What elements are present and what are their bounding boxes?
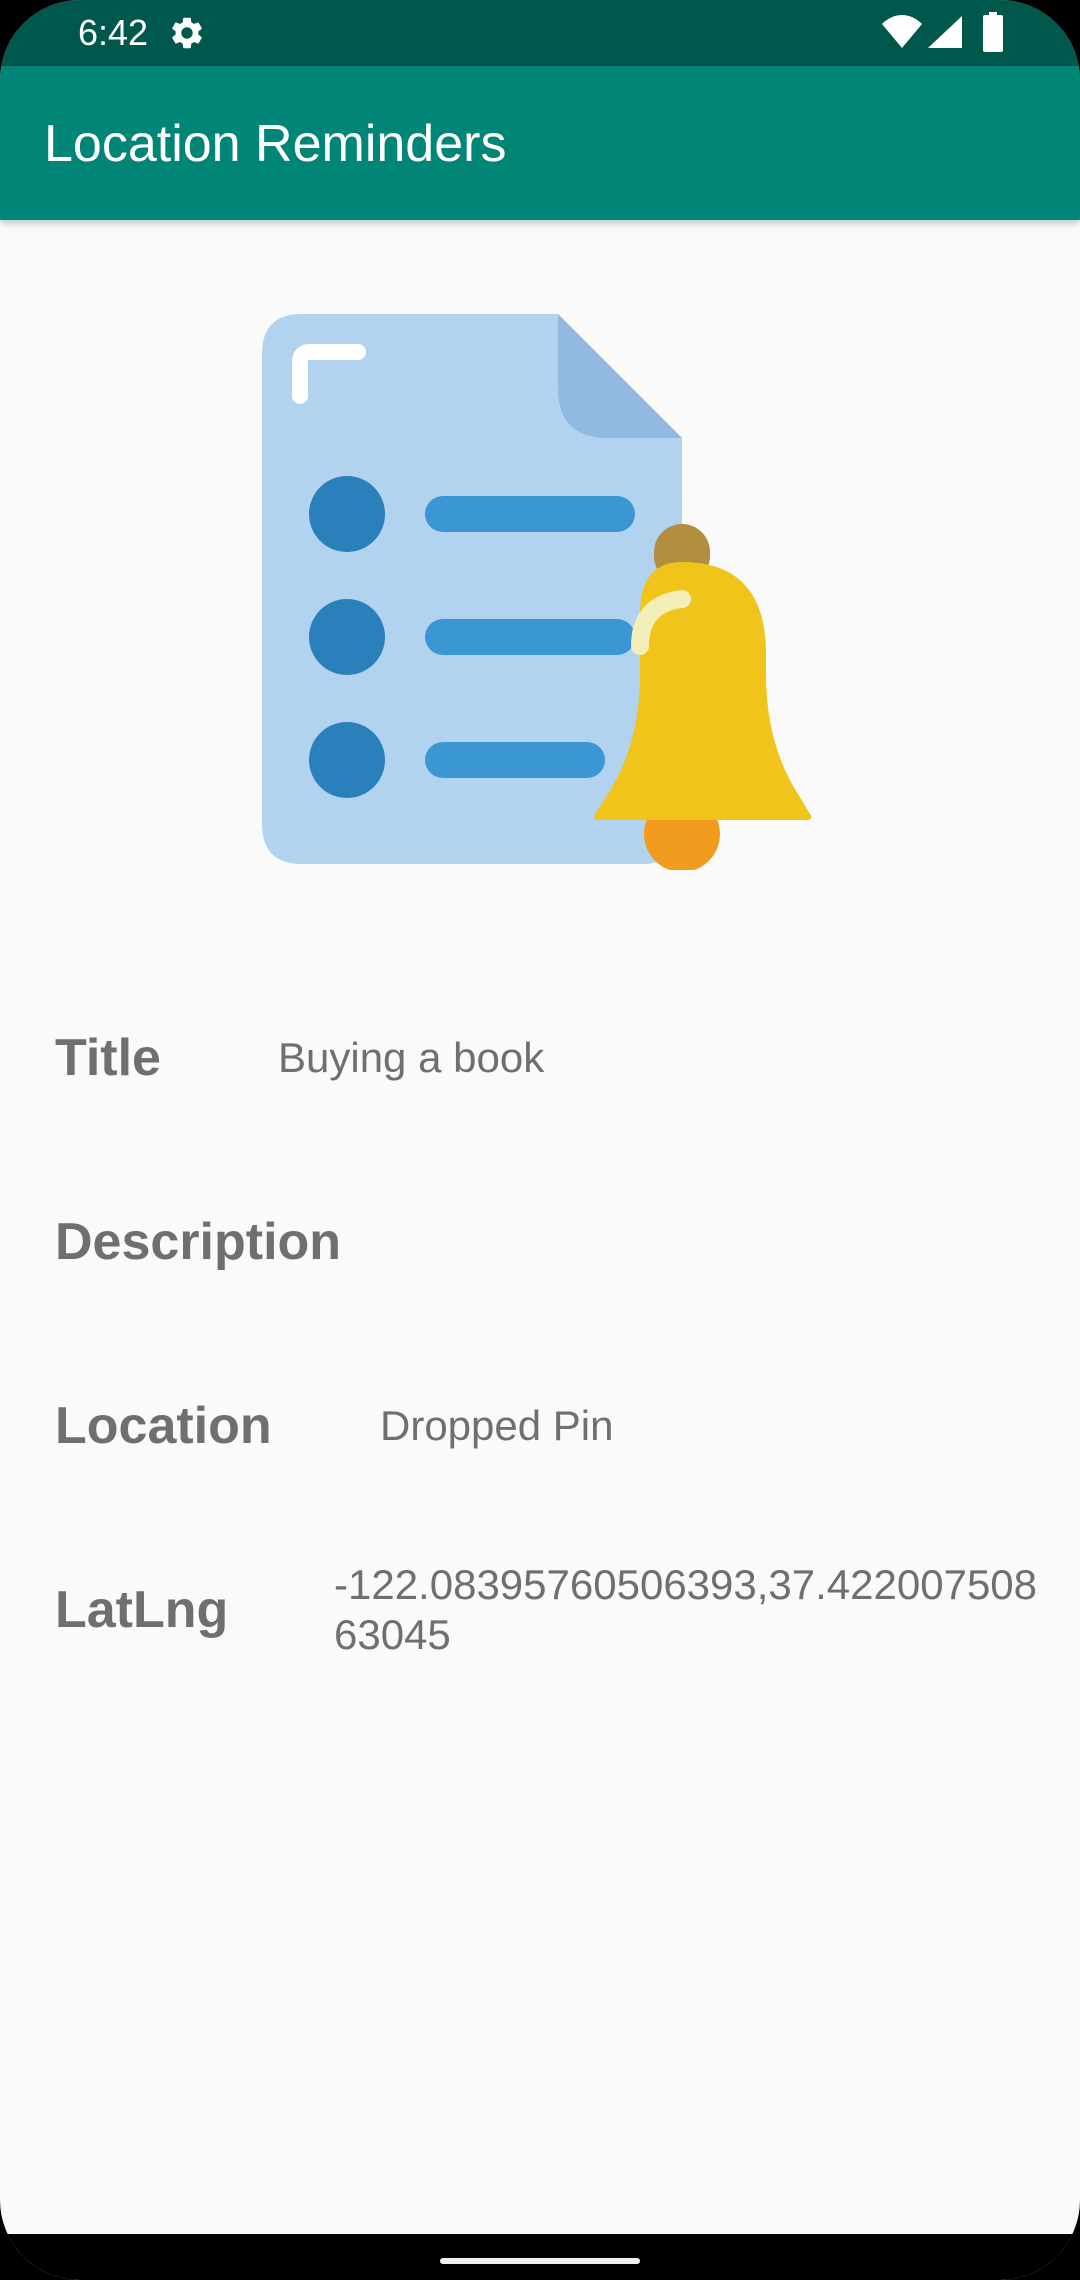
reminder-detail-screen: 6:42 Location Reminders Title Buying a b… — [0, 0, 1080, 2280]
title-label: Title — [55, 1029, 161, 1087]
wifi-icon — [882, 15, 922, 48]
status-time: 6:42 — [78, 12, 149, 53]
signal-icon — [928, 16, 962, 48]
navigation-bar — [0, 2234, 1080, 2280]
battery-icon — [983, 12, 1003, 52]
description-label: Description — [55, 1213, 342, 1271]
latlng-value: -122.08395760506393,37.42200750863045 — [334, 1561, 1038, 1658]
reminder-document-bell-icon — [262, 314, 812, 870]
gear-icon — [172, 17, 202, 49]
app-bar: Location Reminders — [0, 66, 1080, 220]
status-bar: 6:42 — [0, 0, 1080, 66]
app-title: Location Reminders — [44, 115, 507, 173]
title-value: Buying a book — [278, 1034, 545, 1081]
latlng-label: LatLng — [55, 1581, 229, 1639]
location-label: Location — [55, 1397, 272, 1455]
location-value: Dropped Pin — [380, 1402, 614, 1449]
home-gesture-handle[interactable] — [440, 2258, 640, 2264]
